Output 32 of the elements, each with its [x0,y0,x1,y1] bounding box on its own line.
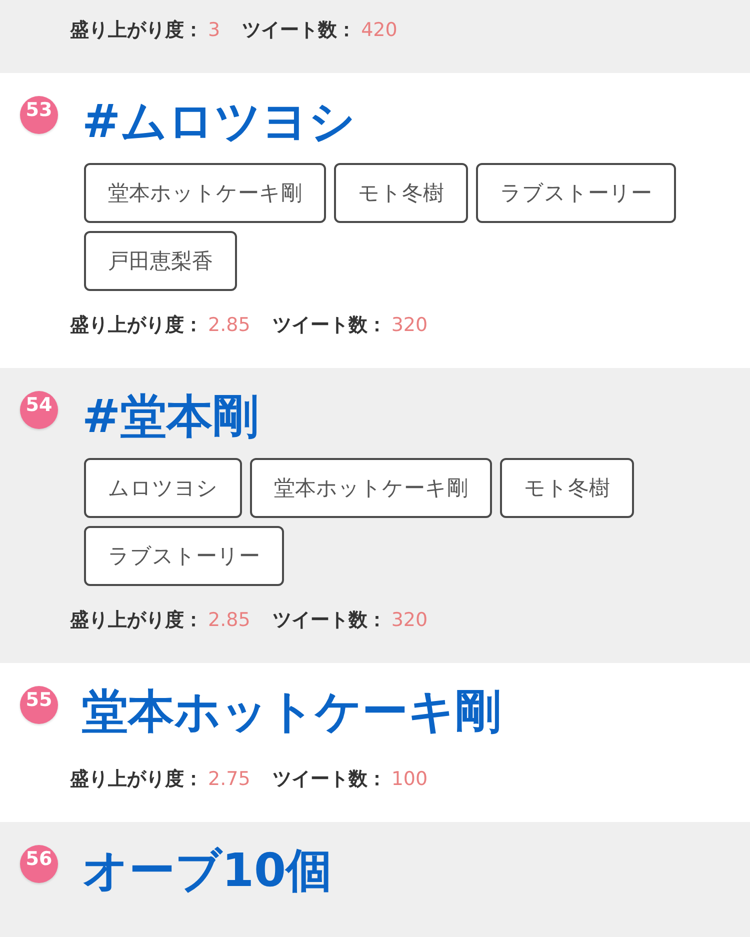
stat-label: 盛り上がり度： [70,313,203,338]
trend-title-link[interactable]: #ムロツヨシ [82,91,356,151]
stat-value: 320 [391,313,428,338]
rank-badge: 56 [20,845,58,883]
stat-label: 盛り上がり度： [70,608,203,633]
keyword-tag[interactable]: モト冬樹 [334,163,468,223]
keyword-tag[interactable]: 堂本ホットケーキ剛 [84,163,326,223]
stat-label: ツイート数： [272,608,386,633]
rank-badge: 55 [20,686,58,724]
stat-value: 100 [391,767,428,792]
stat-label: ツイート数： [272,767,386,792]
rank-badge: 54 [20,391,58,429]
keyword-tag[interactable]: 堂本ホットケーキ剛 [250,458,492,518]
keyword-tag[interactable]: モト冬樹 [500,458,634,518]
stat-label: ツイート数： [272,313,386,338]
stat-value: 2.85 [208,608,250,633]
stat-value: 420 [361,18,398,43]
keyword-tag[interactable]: ラブストーリー [476,163,676,223]
stat-value: 320 [391,608,428,633]
stat-value: 2.75 [208,767,250,792]
stat-label: 盛り上がり度： [70,18,203,43]
trend-title-link[interactable]: オーブ10個 [82,840,332,900]
keyword-tag[interactable]: 戸田恵梨香 [84,231,237,291]
trend-title-link[interactable]: 堂本ホットケーキ剛 [82,681,501,741]
trend-title-link[interactable]: #堂本剛 [82,386,259,446]
stat-label: 盛り上がり度： [70,767,203,792]
keyword-tag[interactable]: ムロツヨシ [84,458,242,518]
stat-label: ツイート数： [242,18,356,43]
keyword-tag[interactable]: ラブストーリー [84,526,284,586]
stat-value: 2.85 [208,313,250,338]
stat-value: 3 [208,18,220,43]
rank-badge: 53 [20,96,58,134]
